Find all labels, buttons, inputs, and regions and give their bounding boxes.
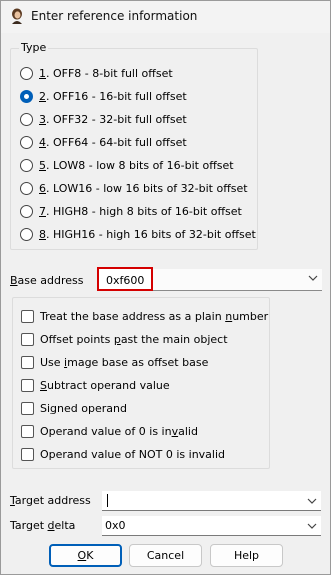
checkbox[interactable] bbox=[21, 355, 34, 369]
radio-off32[interactable]: 3. OFF32 - 32-bit full offset bbox=[20, 110, 187, 128]
radio-label: 2. OFF16 - 16-bit full offset bbox=[39, 89, 187, 103]
radio-button-selected[interactable] bbox=[20, 89, 33, 103]
ok-button[interactable]: OK bbox=[49, 544, 122, 567]
radio-off8[interactable]: 1. OFF8 - 8-bit full offset bbox=[20, 64, 173, 82]
radio-button[interactable] bbox=[20, 181, 33, 195]
radio-button[interactable] bbox=[20, 112, 33, 126]
target-delta-value: 0x0 bbox=[105, 519, 126, 532]
window-title: Enter reference information bbox=[31, 9, 198, 23]
help-button[interactable]: Help bbox=[210, 544, 283, 567]
checkbox-label: Signed operand bbox=[40, 401, 127, 415]
checkbox[interactable] bbox=[21, 424, 34, 438]
checkbox[interactable] bbox=[21, 447, 34, 461]
checkbox[interactable] bbox=[21, 401, 34, 415]
radio-label: 8. HIGH16 - high 16 bits of 32-bit offse… bbox=[39, 227, 256, 241]
app-logo-icon bbox=[12, 8, 22, 24]
checkbox-image-base[interactable]: Use image base as offset base bbox=[21, 353, 208, 371]
checkbox-zero-invalid[interactable]: Operand value of 0 is invalid bbox=[21, 422, 198, 440]
chevron-down-icon[interactable] bbox=[308, 273, 318, 283]
checkbox-label: Use image base as offset base bbox=[40, 355, 209, 369]
chevron-down-icon[interactable] bbox=[307, 496, 317, 506]
radio-label: 7. HIGH8 - high 8 bits of 16-bit offset bbox=[39, 204, 242, 218]
base-address-label: Base address bbox=[10, 274, 84, 287]
radio-button[interactable] bbox=[20, 227, 33, 241]
checkbox-label: Operand value of 0 is invalid bbox=[40, 424, 198, 438]
target-delta-input[interactable]: 0x0 bbox=[102, 516, 321, 536]
chevron-down-icon[interactable] bbox=[307, 521, 317, 531]
checkbox-subtract-operand[interactable]: Subtract operand value bbox=[21, 376, 170, 394]
checkbox-past-main-object[interactable]: Offset points past the main object bbox=[21, 330, 228, 348]
radio-button[interactable] bbox=[20, 66, 33, 80]
checkbox-plain-number[interactable]: Treat the base address as a plain number bbox=[21, 307, 268, 325]
title-bar: Enter reference information bbox=[1, 1, 330, 33]
reference-dialog: Enter reference information Type 1. OFF8… bbox=[0, 0, 331, 575]
radio-high8[interactable]: 7. HIGH8 - high 8 bits of 16-bit offset bbox=[20, 202, 242, 220]
checkbox-label: Offset points past the main object bbox=[40, 332, 228, 346]
radio-off64[interactable]: 4. OFF64 - 64-bit full offset bbox=[20, 133, 187, 151]
checkbox-label: Operand value of NOT 0 is invalid bbox=[40, 447, 226, 461]
checkbox[interactable] bbox=[21, 309, 34, 323]
checkbox-not-zero-invalid[interactable]: Operand value of NOT 0 is invalid bbox=[21, 445, 225, 463]
radio-low16[interactable]: 6. LOW16 - low 16 bits of 32-bit offset bbox=[20, 179, 248, 197]
target-address-input[interactable] bbox=[102, 491, 321, 511]
checkbox-label: Subtract operand value bbox=[40, 378, 170, 392]
radio-label: 6. LOW16 - low 16 bits of 32-bit offset bbox=[39, 181, 248, 195]
radio-off16[interactable]: 2. OFF16 - 16-bit full offset bbox=[20, 87, 187, 105]
radio-low8[interactable]: 5. LOW8 - low 8 bits of 16-bit offset bbox=[20, 156, 234, 174]
text-caret bbox=[107, 494, 108, 507]
radio-button[interactable] bbox=[20, 204, 33, 218]
checkbox[interactable] bbox=[21, 378, 34, 392]
radio-label: 3. OFF32 - 32-bit full offset bbox=[39, 112, 187, 126]
base-address-value[interactable]: 0xf600 bbox=[106, 274, 144, 287]
target-delta-label: Target delta bbox=[10, 519, 76, 532]
radio-high16[interactable]: 8. HIGH16 - high 16 bits of 32-bit offse… bbox=[20, 225, 256, 243]
radio-label: 5. LOW8 - low 8 bits of 16-bit offset bbox=[39, 158, 234, 172]
type-group-legend: Type bbox=[19, 41, 49, 54]
checkbox-label: Treat the base address as a plain number bbox=[40, 309, 269, 323]
checkbox[interactable] bbox=[21, 332, 34, 346]
radio-button[interactable] bbox=[20, 158, 33, 172]
target-address-label: Target address bbox=[10, 494, 91, 507]
radio-button[interactable] bbox=[20, 135, 33, 149]
radio-label: 4. OFF64 - 64-bit full offset bbox=[39, 135, 187, 149]
radio-label: 1. OFF8 - 8-bit full offset bbox=[39, 66, 173, 80]
checkbox-signed-operand[interactable]: Signed operand bbox=[21, 399, 127, 417]
cancel-button[interactable]: Cancel bbox=[129, 544, 202, 567]
